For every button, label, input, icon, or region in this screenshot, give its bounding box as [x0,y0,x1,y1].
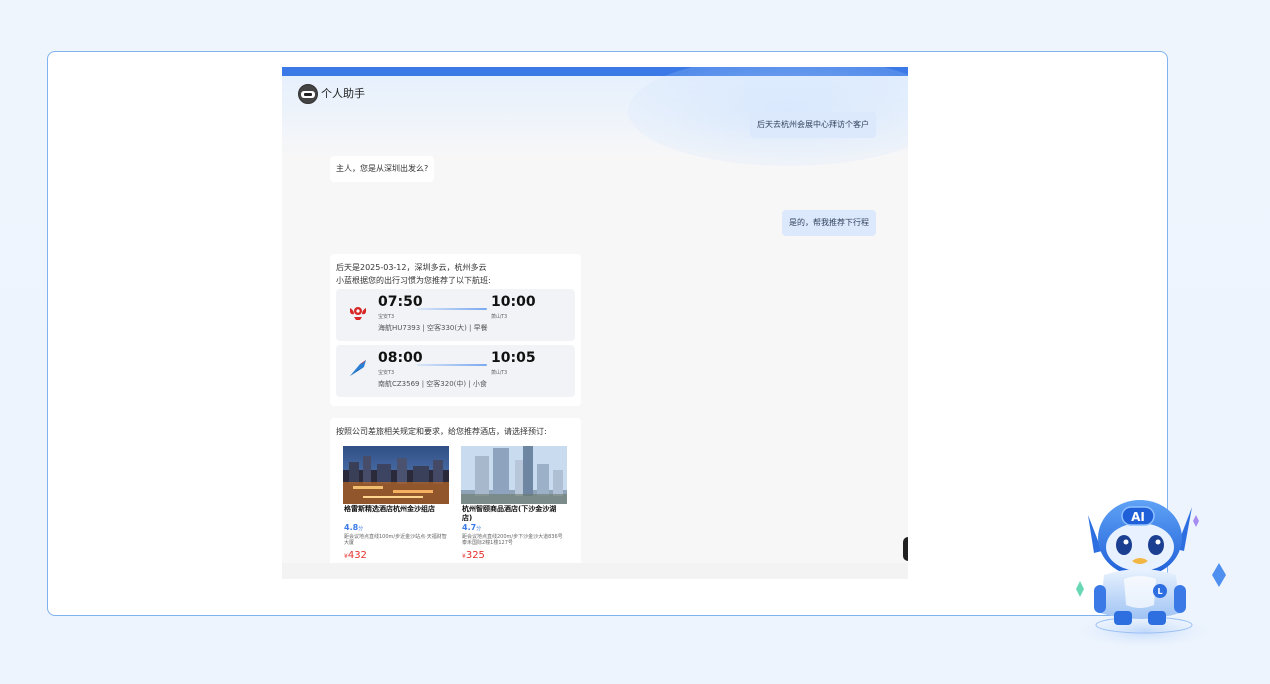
hainan-airlines-logo-icon [350,307,366,320]
hotel-name: 杭州智颐商品酒店(下沙金沙湖店) [462,505,557,522]
hotel-photo [461,446,567,504]
weather-text: 后天是2025-03-12，深圳多云，杭州多云 [336,263,487,272]
flight-route-line [417,308,487,310]
chat-app-window: 个人助手 后天去杭州会展中心拜访个客户 主人，您是从深圳出发么? 是的，帮我推荐… [282,67,908,579]
flight-info: 南航CZ3569 | 空客320(中) | 小食 [378,380,487,388]
mascot-ai-badge: AI [1131,510,1145,524]
hotel-card[interactable]: 杭州智颐商品酒店(下沙金沙湖店) 4.7分 距会议地点直线200m/步下沙金沙大… [461,446,567,564]
floating-button-icon[interactable] [903,537,908,561]
sparkle-icon [1212,563,1226,587]
sparkle-icon [1193,515,1199,527]
depart-time: 07:50 [378,294,423,310]
hotel-price: ¥432 [344,550,367,561]
hotel-rating: 4.7分 [462,523,482,532]
depart-airport: 宝安T3 [378,314,395,320]
depart-airport: 宝安T3 [378,370,395,376]
hotel-intro-text: 按照公司差旅相关规定和要求，给您推荐酒店，请选择预订: [336,427,547,436]
hotel-rating: 4.8分 [344,523,364,532]
ai-mascot-robot: AI L [1072,500,1226,649]
bottom-fade [282,563,908,579]
hotel-recommendation-card: 按照公司差旅相关规定和要求，给您推荐酒店，请选择预订: 格雷斯精选酒店杭州金沙组… [330,418,581,579]
arrive-time: 10:05 [491,350,536,366]
arrive-airport: 萧山T3 [491,370,508,376]
flight-info: 海航HU7393 | 空客330(大) | 早餐 [378,324,488,332]
hotel-address: 距会议地点直线100m/步近金沙站点·天福财智大厦 [344,534,447,546]
hotel-address: 距会议地点直线200m/步下沙金沙大道836号 泰禾国际2幢1楼127号 [462,534,563,546]
hotel-price: ¥325 [462,550,485,561]
sparkle-icon [1076,581,1084,597]
flight-route-line [417,364,487,366]
arrive-airport: 萧山T3 [491,314,508,320]
user-message-bubble: 后天去杭州会展中心拜访个客户 [750,112,876,138]
user-message-bubble: 是的，帮我推荐下行程 [782,210,876,236]
bot-message-bubble: 主人，您是从深圳出发么? [330,156,435,182]
hotel-card[interactable]: 格雷斯精选酒店杭州金沙组店 4.8分 距会议地点直线100m/步近金沙站点·天福… [343,446,449,564]
mascot-chest-letter: L [1157,587,1162,596]
app-title: 个人助手 [321,87,365,100]
flight-option[interactable]: 07:50 10:00 宝安T3 萧山T3 海航HU7393 | 空客330(大… [336,289,575,341]
assistant-avatar-icon [298,84,318,104]
arrive-time: 10:00 [491,294,536,310]
china-southern-logo-icon [350,360,366,376]
depart-time: 08:00 [378,350,423,366]
hotel-name: 格雷斯精选酒店杭州金沙组店 [344,505,435,513]
flight-option[interactable]: 08:00 10:05 宝安T3 萧山T3 南航CZ3569 | 空客320(中… [336,345,575,397]
flight-intro-text: 小蓝根据您的出行习惯为您推荐了以下航班: [336,276,491,285]
hotel-photo [343,446,449,504]
